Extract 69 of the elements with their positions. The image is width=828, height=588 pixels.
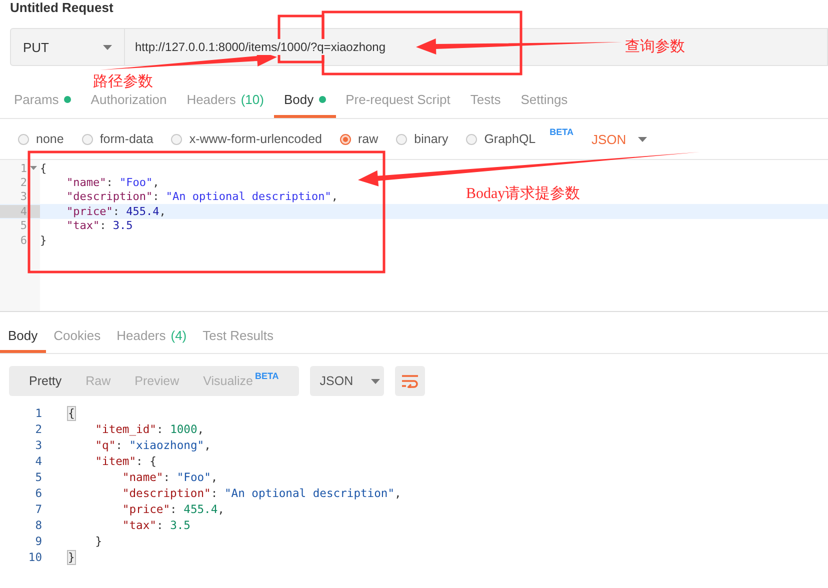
annotation-label: Boday请求提参数 bbox=[466, 184, 580, 203]
line-number: 6 bbox=[34, 486, 42, 500]
code-line: { bbox=[40, 162, 47, 175]
radio-option[interactable]: none bbox=[18, 132, 64, 146]
code-line: "description": "An optional description", bbox=[66, 190, 338, 204]
tab[interactable]: Tests bbox=[460, 84, 511, 118]
radio-option[interactable]: x-www-form-urlencoded bbox=[171, 132, 322, 146]
tab[interactable]: Cookies bbox=[46, 320, 109, 353]
radio-option[interactable]: raw bbox=[340, 132, 378, 146]
annotation-label: 查询参数 bbox=[625, 38, 685, 56]
format-dropdown[interactable]: JSON bbox=[591, 132, 648, 146]
annotation-label: 路径参数 bbox=[93, 72, 153, 91]
format-dropdown[interactable]: JSON bbox=[310, 366, 384, 396]
radio-button[interactable] bbox=[340, 134, 351, 144]
radio-button[interactable] bbox=[82, 134, 93, 144]
line-number: 10 bbox=[27, 550, 42, 564]
code-line: } bbox=[40, 234, 47, 247]
tab[interactable]: Pre-request Script bbox=[336, 84, 460, 118]
beta-label: BETA bbox=[550, 127, 574, 137]
code-line: "item_id": 1000, bbox=[94, 422, 204, 436]
radio-button[interactable] bbox=[171, 134, 182, 144]
code-line: "tax": 3.5 bbox=[121, 518, 190, 532]
line-number: 4 bbox=[34, 454, 42, 468]
view-mode-button[interactable]: Raw bbox=[74, 366, 123, 396]
code-line: "price": 455.4, bbox=[66, 204, 166, 218]
code-line: "item": { bbox=[94, 454, 156, 468]
code-line: "name": "Foo", bbox=[121, 470, 218, 484]
code-line: } bbox=[94, 534, 102, 548]
code-line: "tax": 3.5 bbox=[66, 219, 133, 232]
caret-icon bbox=[371, 378, 380, 384]
code-line: "price": 455.4, bbox=[121, 502, 224, 516]
fold-arrow-icon[interactable] bbox=[30, 166, 37, 170]
window-title: Untitled Request bbox=[10, 0, 114, 15]
line-number: 2 bbox=[19, 176, 27, 190]
tab[interactable]: Settings bbox=[510, 84, 578, 118]
code-line: "q": "xiaozhong", bbox=[94, 438, 211, 452]
tab[interactable]: Headers (4) bbox=[108, 320, 195, 353]
code-line: "description": "An optional description", bbox=[121, 486, 402, 500]
view-mode-button[interactable]: Visualize $^{BETA}$ bbox=[191, 366, 291, 396]
line-number: 5 bbox=[34, 470, 42, 484]
line-number: 3 bbox=[34, 438, 42, 452]
code-line: "name": "Foo", bbox=[66, 176, 160, 190]
line-number: 2 bbox=[34, 422, 42, 436]
line-number: 5 bbox=[19, 219, 27, 232]
line-number: 1 bbox=[19, 162, 27, 175]
line-number: 3 bbox=[19, 190, 27, 204]
radio-option[interactable]: form-data bbox=[82, 132, 154, 146]
view-mode-button[interactable]: Preview bbox=[122, 366, 192, 396]
tab[interactable]: Headers (10) bbox=[176, 84, 274, 118]
line-number: 9 bbox=[34, 534, 42, 548]
view-mode-button[interactable]: Pretty bbox=[17, 366, 74, 396]
tab[interactable]: Test Results bbox=[194, 320, 282, 353]
wrap-lines-button[interactable] bbox=[394, 366, 425, 396]
tab[interactable]: Body bbox=[274, 84, 336, 118]
method-dropdown[interactable]: PUT bbox=[10, 28, 125, 66]
radio-option[interactable]: binary bbox=[396, 132, 448, 146]
line-number: 6 bbox=[19, 234, 27, 247]
line-number: 7 bbox=[34, 502, 42, 516]
tab[interactable]: Params bbox=[4, 84, 81, 118]
caret-icon bbox=[638, 136, 648, 142]
radio-option[interactable]: GraphQL bbox=[466, 132, 536, 146]
line-number: 8 bbox=[34, 518, 42, 532]
line-number: 4 bbox=[0, 204, 40, 218]
wrap-lines-icon bbox=[402, 374, 418, 388]
tab[interactable]: Body bbox=[0, 320, 46, 353]
radio-button[interactable] bbox=[396, 134, 408, 144]
radio-button[interactable] bbox=[18, 134, 29, 144]
radio-button[interactable] bbox=[466, 134, 478, 144]
line-number: 1 bbox=[34, 406, 42, 420]
